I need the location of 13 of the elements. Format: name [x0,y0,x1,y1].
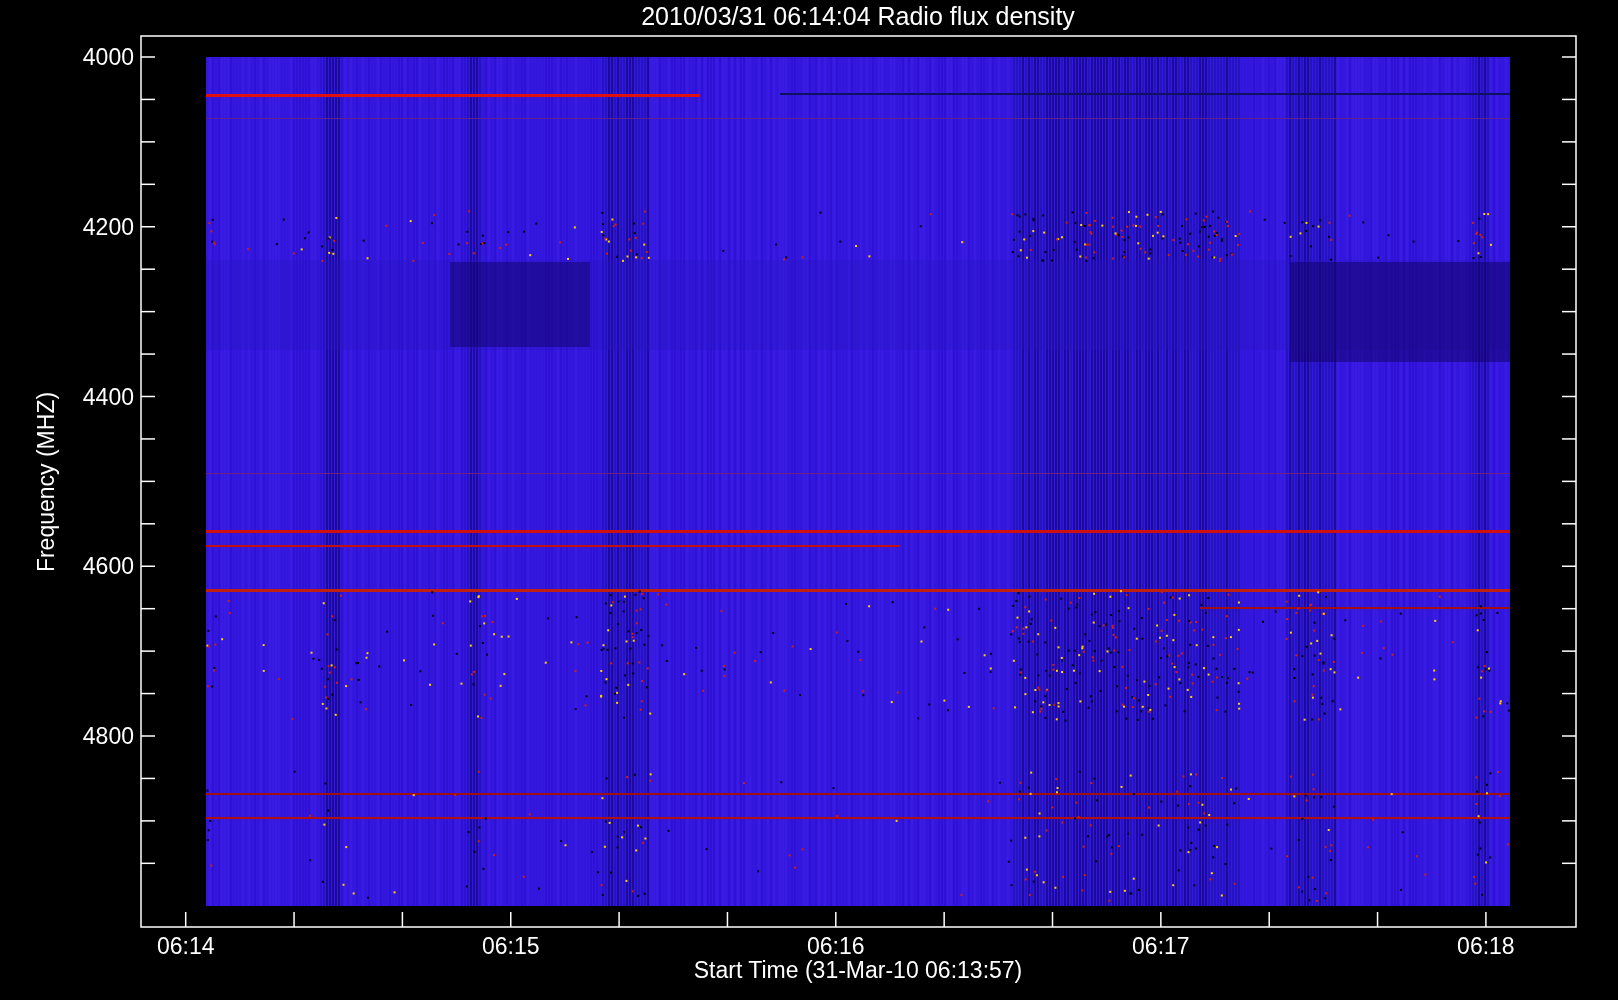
y-axis-label: Frequency (MHZ) [33,391,59,573]
y-tick-label: 4800 [82,723,134,749]
x-axis-label: Start Time (31-Mar-10 06:13:57) [693,957,1023,983]
y-tick-label: 4200 [82,213,134,240]
x-tick-label: 06:17 [1132,933,1190,959]
y-tick-label: 4400 [82,383,134,410]
x-tick-label: 06:16 [807,933,865,959]
x-tick-label: 06:14 [156,933,215,959]
y-tick-label: 4000 [82,44,134,70]
x-tick-label: 06:18 [1457,933,1515,959]
x-tick-label: 06:15 [481,933,540,959]
chart-title: 2010/03/31 06:14:04 Radio flux density [641,2,1075,30]
y-tick-label: 4600 [82,553,134,580]
